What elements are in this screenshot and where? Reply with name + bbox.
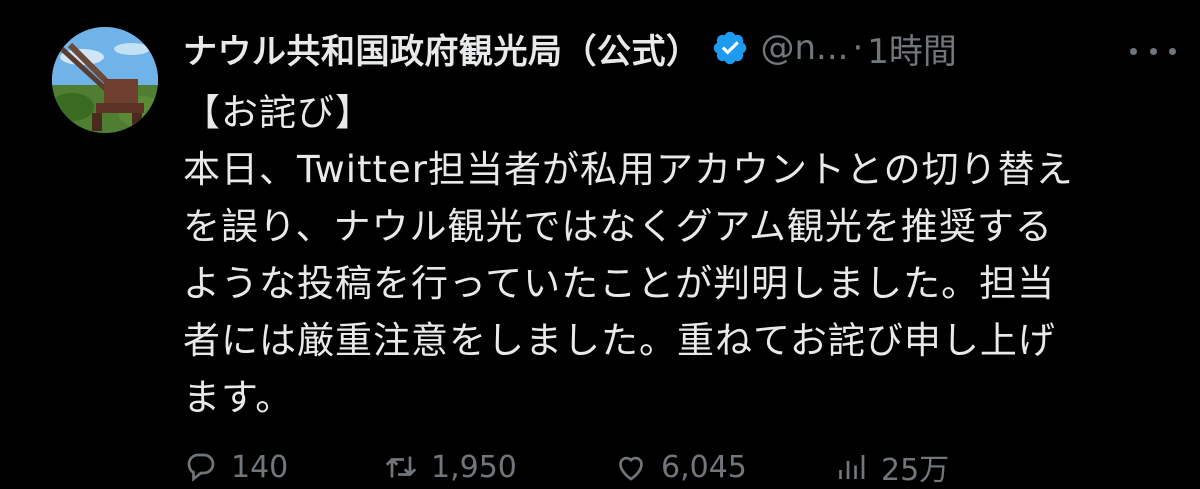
tweet-line: 本日、Twitter担当者が私用アカウントとの切り替え xyxy=(183,148,1074,191)
tweet-line: 者には厳重注意をしました。重ねてお詫び申し上げ xyxy=(183,319,1056,362)
more-options-icon[interactable] xyxy=(1130,46,1176,56)
tweet: ナウル共和国政府観光局（公式） @n... · 1時間 【お詫び】 本日、Twi… xyxy=(0,0,1200,488)
handle[interactable]: @n... xyxy=(761,28,849,68)
like-button[interactable]: 6,045 xyxy=(613,447,833,487)
action-bar: 140 1,950 6,045 25万 xyxy=(183,447,1183,488)
tweet-line: 【お詫び】 xyxy=(183,91,373,134)
avatar[interactable] xyxy=(52,27,158,133)
separator: · xyxy=(852,28,864,68)
dot xyxy=(1169,47,1176,55)
tweet-header: ナウル共和国政府観光局（公式） @n... · 1時間 xyxy=(183,22,957,74)
dot xyxy=(1149,47,1157,55)
retweet-icon xyxy=(385,456,417,478)
tweet-text: 【お詫び】 本日、Twitter担当者が私用アカウントとの切り替え を誤り、ナウ… xyxy=(183,84,1173,426)
tweet-line: ます。 xyxy=(183,376,294,419)
views-button[interactable]: 25万 xyxy=(833,447,1033,488)
like-count: 6,045 xyxy=(661,449,747,485)
timestamp[interactable]: 1時間 xyxy=(867,24,957,73)
dot xyxy=(1130,47,1137,55)
reply-button[interactable]: 140 xyxy=(183,447,383,487)
reply-count: 140 xyxy=(231,449,289,485)
tweet-line: を誤り、ナウル観光ではなくグアム観光を推奨する xyxy=(183,205,1053,248)
tweet-line: ような投稿を行っていたことが判明しました。担当 xyxy=(183,262,1056,305)
avatar-image xyxy=(52,27,158,133)
like-icon xyxy=(619,456,643,481)
retweet-button[interactable]: 1,950 xyxy=(383,447,613,487)
reply-icon xyxy=(187,453,215,482)
views-icon xyxy=(839,455,865,479)
view-count: 25万 xyxy=(881,453,950,488)
retweet-count: 1,950 xyxy=(431,449,517,485)
verified-badge-icon xyxy=(711,29,749,67)
display-name[interactable]: ナウル共和国政府観光局（公式） xyxy=(183,24,701,73)
